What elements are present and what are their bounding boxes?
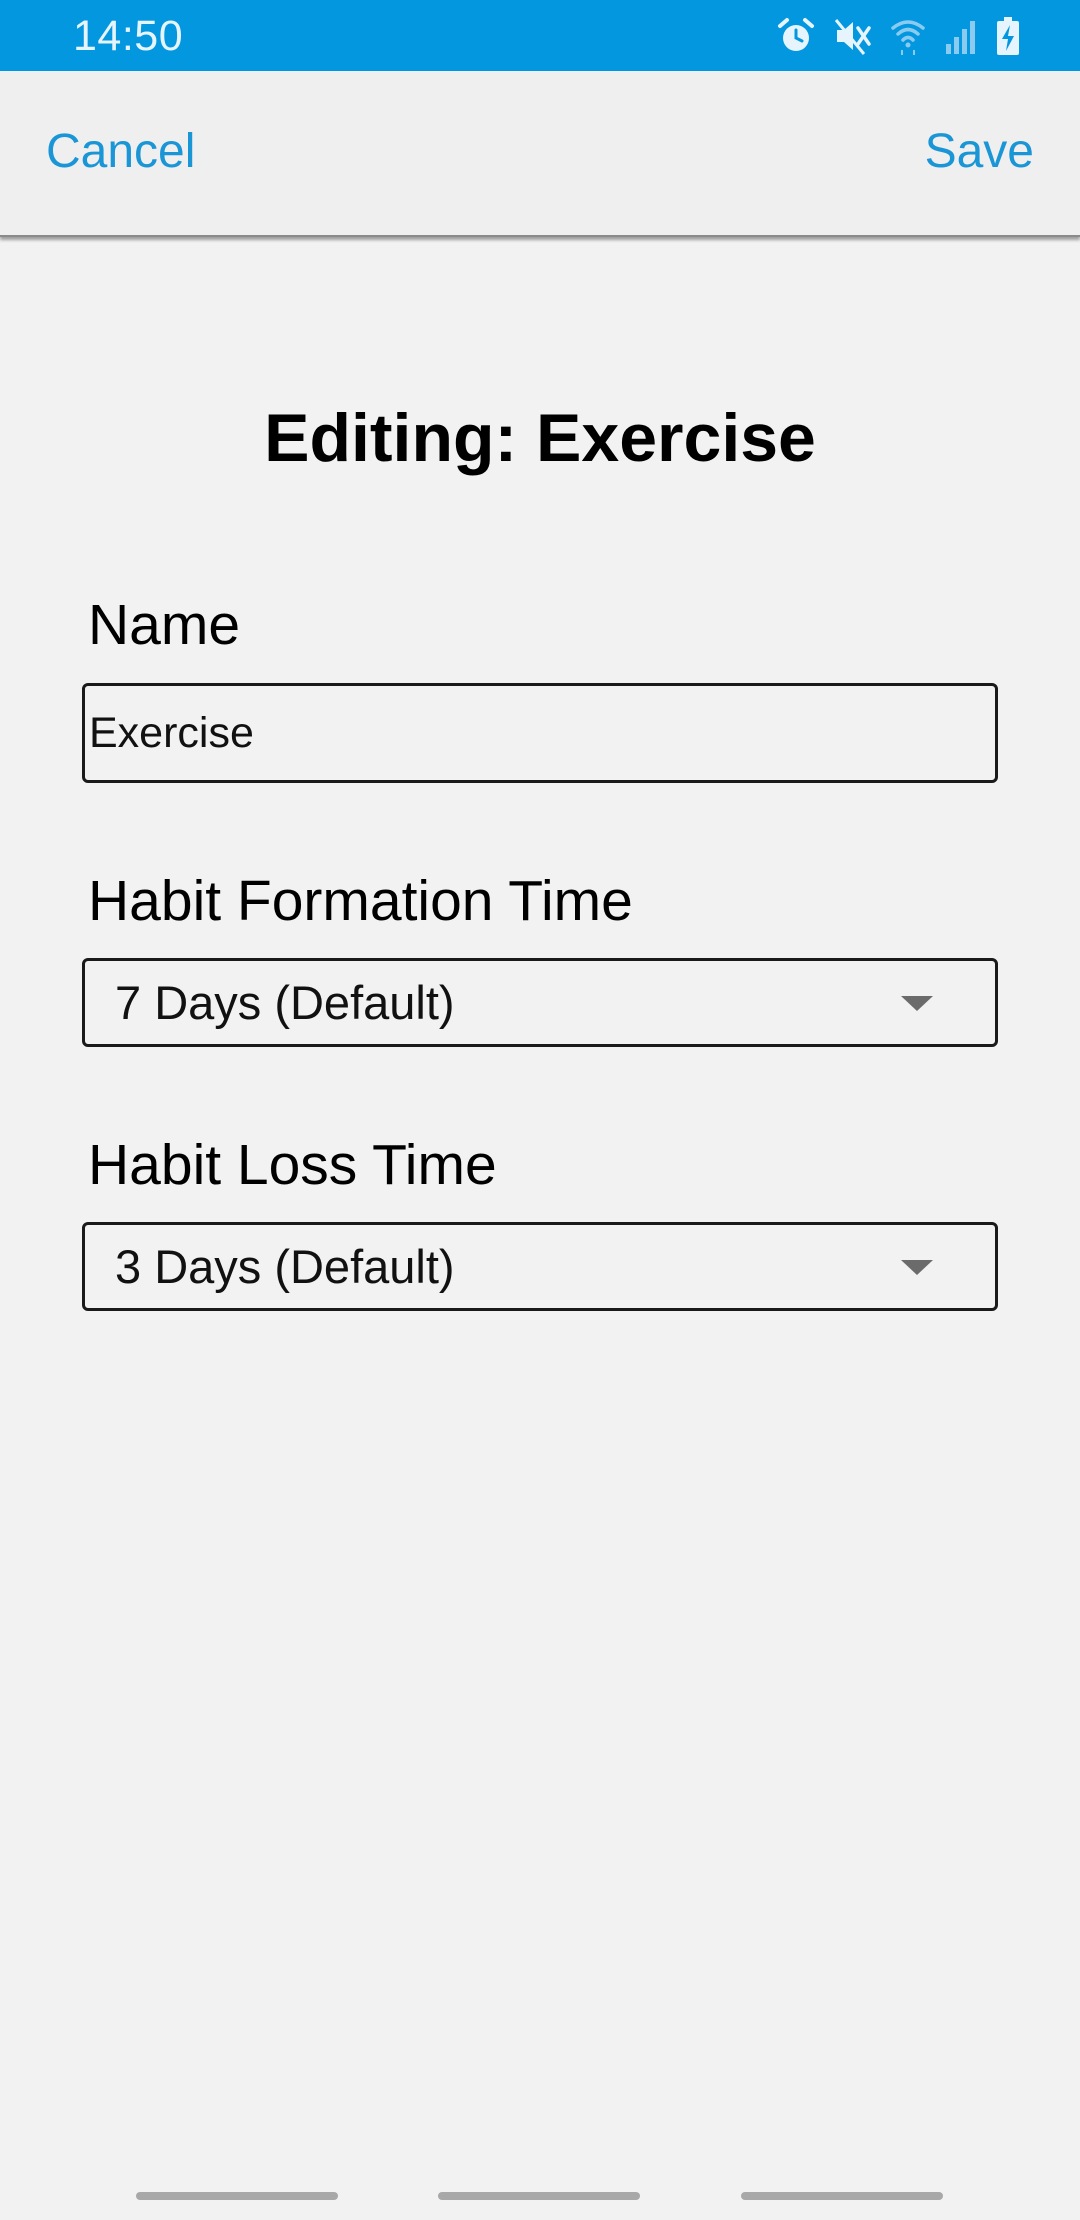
habit-loss-time-dropdown[interactable]: 3 Days (Default) (82, 1222, 998, 1311)
signal-icon (944, 16, 978, 56)
status-time: 14:50 (73, 12, 184, 60)
habit-formation-time-dropdown[interactable]: 7 Days (Default) (82, 958, 998, 1047)
status-icons (776, 14, 1020, 58)
alarm-icon (776, 16, 816, 56)
wifi-icon (890, 16, 926, 56)
name-input[interactable]: Exercise (82, 683, 998, 783)
app-bar: Cancel Save (0, 71, 1080, 237)
dropdown-arrow-icon (901, 996, 933, 1011)
status-bar: 14:50 (0, 0, 1080, 71)
cancel-button[interactable]: Cancel (46, 128, 195, 176)
habit-loss-time-label: Habit Loss Time (88, 1133, 497, 1197)
mute-icon (834, 16, 872, 56)
name-label: Name (88, 593, 241, 657)
battery-charging-icon (996, 16, 1020, 56)
habit-loss-time-value: 3 Days (Default) (115, 1240, 455, 1293)
habit-formation-time-label: Habit Formation Time (88, 869, 633, 933)
habit-formation-time-value: 7 Days (Default) (115, 976, 455, 1029)
page-title: Editing: Exercise (264, 400, 816, 476)
dropdown-arrow-icon (901, 1260, 933, 1275)
home-handle[interactable] (438, 2192, 640, 2200)
recents-handle[interactable] (136, 2192, 338, 2200)
save-button[interactable]: Save (925, 128, 1034, 176)
back-handle[interactable] (741, 2192, 943, 2200)
